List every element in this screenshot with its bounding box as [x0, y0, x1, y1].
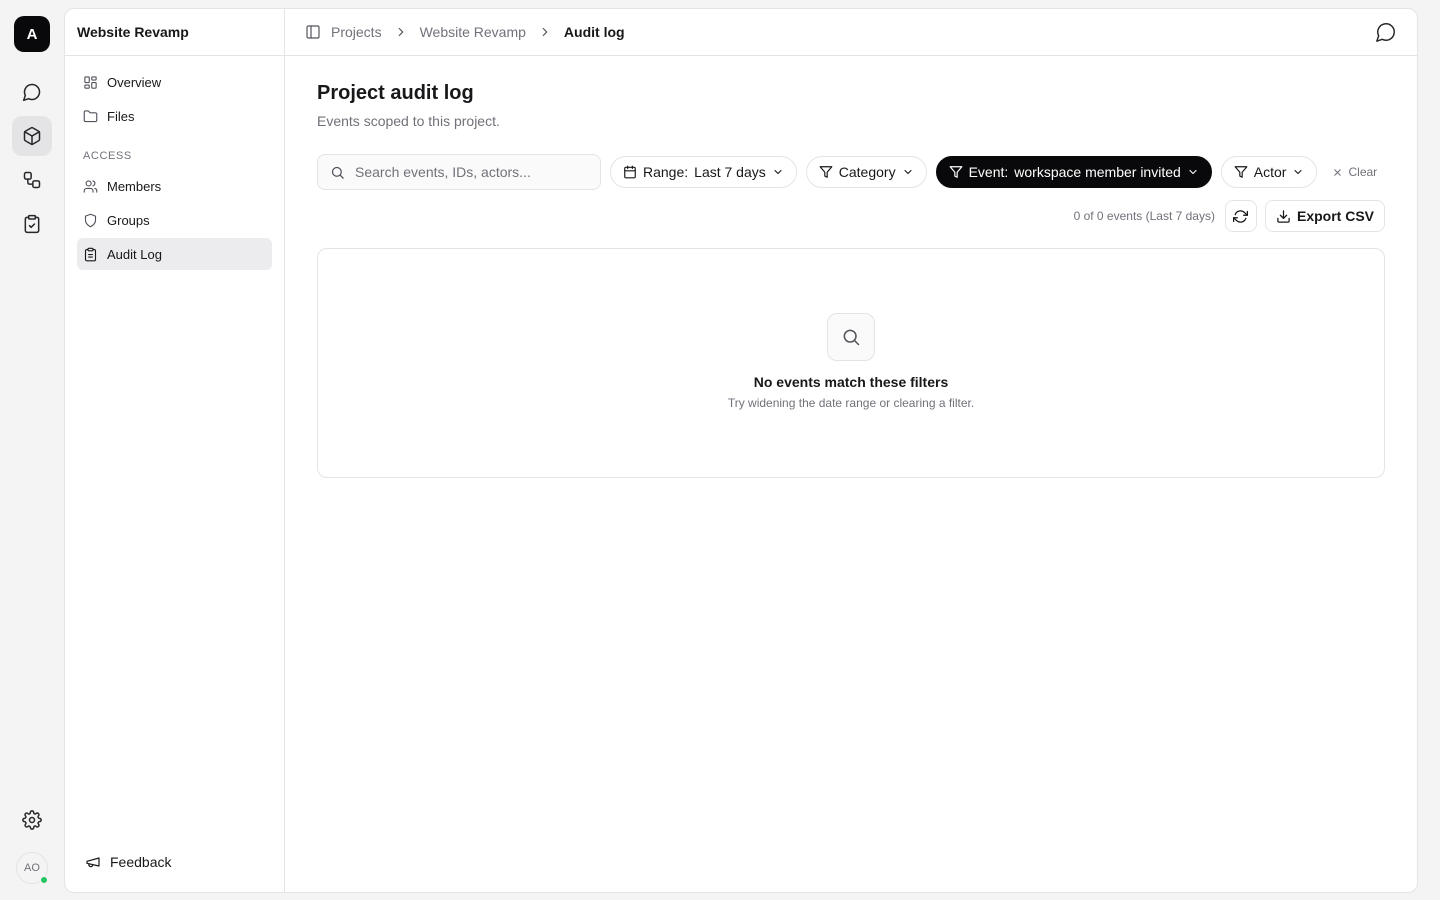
workflow-icon: [22, 170, 42, 190]
workspace-logo[interactable]: A: [14, 16, 50, 52]
clipboard-check-icon: [22, 214, 42, 234]
range-filter-value: Last 7 days: [694, 164, 766, 180]
download-icon: [1276, 209, 1291, 224]
filter-icon: [949, 165, 963, 179]
icon-rail: A AO: [0, 0, 64, 900]
settings-rail-button[interactable]: [12, 800, 52, 840]
breadcrumb-current: Audit log: [563, 24, 625, 40]
sidebar-item-label: Members: [107, 178, 162, 194]
calendar-icon: [623, 165, 637, 179]
avatar[interactable]: AO: [16, 852, 48, 884]
main-content: Project audit log Events scoped to this …: [285, 56, 1417, 478]
project-nav: Overview Files ACCESS Members Groups Aud…: [65, 56, 284, 840]
clear-label: Clear: [1348, 165, 1378, 179]
project-title: Website Revamp: [65, 9, 284, 56]
main-panel: Website Revamp Overview Files ACCESS Mem…: [64, 8, 1418, 893]
sidebar-item-label: Audit Log: [107, 246, 162, 262]
close-icon: [1332, 167, 1343, 178]
search-icon: [330, 165, 345, 180]
sidebar-item-groups[interactable]: Groups: [77, 204, 272, 236]
chevron-right-icon: [394, 25, 408, 39]
event-filter-value: workspace member invited: [1014, 164, 1181, 180]
content-area: Projects Website Revamp Audit log Projec…: [285, 9, 1417, 892]
chevron-down-icon: [1292, 166, 1304, 178]
project-sidebar: Website Revamp Overview Files ACCESS Mem…: [65, 9, 285, 892]
range-filter[interactable]: Range: Last 7 days: [610, 156, 797, 188]
breadcrumb-projects[interactable]: Projects: [331, 24, 382, 40]
breadcrumb-project[interactable]: Website Revamp: [420, 24, 526, 40]
section-label-access: ACCESS: [83, 150, 132, 162]
empty-state-icon-box: [827, 313, 875, 361]
workflow-rail-button[interactable]: [12, 160, 52, 200]
clear-filters-button[interactable]: Clear: [1332, 165, 1377, 179]
sidebar-item-label: Groups: [107, 212, 150, 228]
event-filter[interactable]: Event: workspace member invited: [935, 156, 1212, 188]
sidebar-item-label: Files: [107, 108, 135, 124]
search-icon: [841, 327, 861, 347]
chevron-down-icon: [902, 166, 914, 178]
search-box: [317, 154, 601, 190]
category-filter-label: Category: [838, 164, 896, 180]
sidebar-toggle-icon[interactable]: [305, 24, 321, 40]
empty-state-title: No events match these filters: [753, 374, 949, 390]
sidebar-item-files[interactable]: Files: [77, 100, 272, 132]
gear-icon: [22, 810, 42, 830]
feedback-label: Feedback: [110, 854, 172, 870]
shield-icon: [83, 213, 98, 228]
online-status-dot: [40, 876, 48, 884]
search-input[interactable]: [355, 164, 588, 180]
export-csv-label: Export CSV: [1296, 208, 1374, 224]
results-count: 0 of 0 events (Last 7 days): [1073, 209, 1215, 223]
filter-icon: [819, 165, 833, 179]
chevron-right-icon: [538, 25, 552, 39]
chat-rail-button[interactable]: [12, 72, 52, 112]
page-title: Project audit log: [317, 82, 474, 104]
breadcrumb: Projects Website Revamp Audit log: [331, 24, 625, 40]
users-icon: [83, 179, 98, 194]
filter-bar: Range: Last 7 days Category: [317, 154, 1385, 190]
export-csv-button[interactable]: Export CSV: [1264, 200, 1385, 232]
empty-state-card: No events match these filters Try wideni…: [317, 248, 1385, 478]
folder-icon: [83, 109, 98, 124]
clipboard-icon: [83, 247, 98, 262]
megaphone-icon: [85, 854, 101, 870]
feedback-button[interactable]: Feedback: [77, 840, 272, 884]
chevron-down-icon: [772, 166, 784, 178]
sidebar-item-overview[interactable]: Overview: [77, 66, 272, 98]
sidebar-item-audit-log[interactable]: Audit Log: [77, 238, 272, 270]
results-toolbar: 0 of 0 events (Last 7 days) Export CSV: [317, 200, 1385, 232]
actor-filter[interactable]: Actor: [1220, 156, 1318, 188]
chat-bubble-icon[interactable]: [1375, 21, 1397, 43]
grid-icon: [83, 75, 98, 90]
filter-icon: [1234, 165, 1248, 179]
chevron-down-icon: [1187, 166, 1199, 178]
sidebar-item-members[interactable]: Members: [77, 170, 272, 202]
sidebar-item-label: Overview: [107, 74, 162, 90]
page-subtitle: Events scoped to this project.: [317, 113, 500, 129]
event-filter-label: Event:: [968, 164, 1009, 180]
topbar: Projects Website Revamp Audit log: [285, 9, 1417, 56]
empty-state-subtitle: Try widening the date range or clearing …: [727, 396, 975, 410]
chat-icon: [22, 82, 42, 102]
category-filter[interactable]: Category: [805, 156, 927, 188]
refresh-button[interactable]: [1224, 200, 1257, 232]
tasks-rail-button[interactable]: [12, 204, 52, 244]
actor-filter-label: Actor: [1253, 164, 1287, 180]
refresh-icon: [1233, 209, 1249, 224]
projects-rail-button[interactable]: [12, 116, 52, 156]
cube-icon: [22, 126, 42, 146]
avatar-initials: AO: [24, 862, 40, 874]
range-filter-label: Range:: [643, 164, 689, 180]
